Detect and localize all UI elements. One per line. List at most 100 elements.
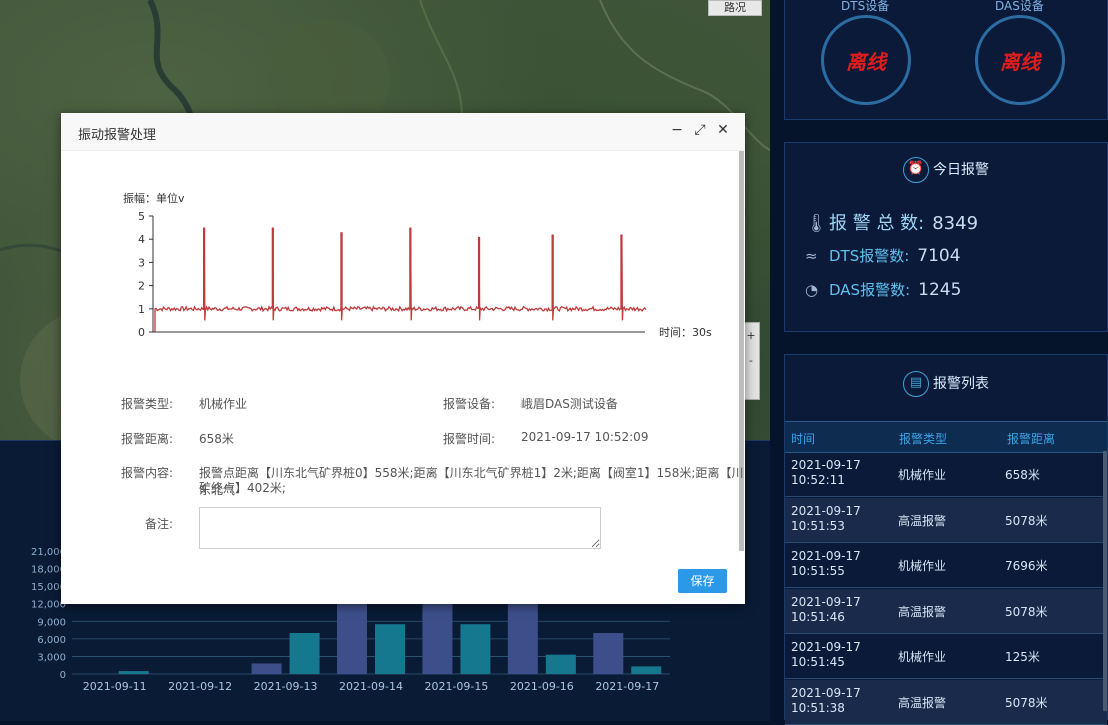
today-alarm-panel: ⏰ 今日报警 🌡报 警 总 数: 8349 ≈ DTS报警数: 7104 ◔ DAS报警数… (784, 142, 1108, 332)
bar-y-tick-label: 6,000 (37, 635, 66, 646)
alarm-content-line2: 矿终点】402米; (199, 481, 286, 495)
alarm-row-type: 高温报警 (898, 604, 947, 619)
alarm-list-row[interactable]: 2021-09-17 10:51:46 高温报警 5078米 (785, 588, 1107, 634)
bar-x-tick-label: 2021-09-14 (339, 680, 403, 693)
bar[interactable] (337, 602, 367, 674)
alarm-row-distance: 5078米 (1005, 695, 1048, 710)
y-tick-label: 3 (138, 256, 145, 269)
das-status-circle[interactable]: 离线 (975, 15, 1065, 105)
bar-y-tick-label: 0 (60, 670, 66, 681)
pie-chart-icon: ◔ (805, 281, 819, 299)
bar[interactable] (593, 633, 624, 674)
y-tick-label: 5 (138, 210, 145, 223)
alarm-row-distance: 5078米 (1005, 513, 1048, 528)
alarm-row-distance: 125米 (1005, 650, 1040, 664)
alarm-list-row[interactable]: 2021-09-17 10:52:11 机械作业 658米 (785, 452, 1107, 497)
remark-label: 备注: (144, 517, 173, 531)
alarm-clock-icon: ⏰ (903, 157, 929, 183)
remark-textarea[interactable] (199, 507, 601, 549)
alarm-row-type: 机械作业 (898, 559, 947, 573)
alarm-list-row[interactable]: 2021-09-17 10:51:38 高温报警 5078米 (785, 679, 1107, 725)
total-alarm-stat: 🌡报 警 总 数: 8349 (805, 209, 978, 235)
das-device-label: DAS设备 (995, 0, 1044, 13)
alarm-row-distance: 7696米 (1005, 559, 1048, 573)
zoom-out-button[interactable]: - (743, 348, 759, 373)
temperature-icon: 🌡 (805, 213, 828, 234)
waveform-line (154, 227, 647, 332)
alarm-row-time: 2021-09-17 10:51:53 (791, 503, 861, 533)
alarm-row-type: 高温报警 (898, 513, 947, 528)
today-alarm-header: ⏰ 今日报警 (785, 157, 1107, 183)
alarm-list-row[interactable]: 2021-09-17 10:51:55 机械作业 7696米 (785, 543, 1107, 588)
alarm-type-label: 报警类型: (120, 397, 173, 411)
col-distance: 报警距离 (1007, 432, 1056, 446)
alarm-device-label: 报警设备: (442, 397, 495, 411)
device-status-panel: DTS设备 DAS设备 离线 离线 (784, 0, 1108, 120)
dts-alarm-label: DTS报警数: (829, 247, 910, 265)
bar-x-tick-label: 2021-09-17 (595, 680, 659, 693)
bar[interactable] (118, 671, 149, 674)
alarm-row-distance: 658米 (1005, 468, 1040, 482)
alarm-content-label: 报警内容: (120, 466, 173, 480)
alarm-row-time: 2021-09-17 10:51:38 (791, 685, 861, 715)
list-icon: ▤ (903, 371, 929, 397)
bar-y-tick-label: 9,000 (37, 617, 66, 628)
alarm-list-row[interactable]: 2021-09-17 10:51:45 机械作业 125米 (785, 634, 1107, 679)
alarm-distance-value: 658米 (199, 432, 234, 446)
zoom-in-button[interactable]: + (743, 323, 759, 348)
das-alarm-stat: ◔ DAS报警数: 1245 (805, 279, 961, 300)
alarm-row-distance: 5078米 (1005, 604, 1048, 619)
alarm-list-title: 报警列表 (933, 376, 989, 392)
today-alarm-title: 今日报警 (933, 162, 989, 178)
bar[interactable] (460, 624, 491, 674)
y-tick-label: 0 (138, 326, 145, 339)
alarm-row-time: 2021-09-17 10:52:11 (791, 458, 861, 487)
bar[interactable] (251, 663, 282, 674)
vibration-waveform-chart: 0 1 2 3 4 5 振幅：单位v 时间：30s (123, 191, 712, 339)
alarm-time-label: 报警时间: (442, 432, 495, 446)
dts-alarm-stat: ≈ DTS报警数: 7104 (805, 245, 961, 266)
bar-y-tick-label: 3,000 (37, 652, 66, 663)
waveform-xlabel: 时间：30s (659, 326, 712, 339)
alarm-row-type: 机械作业 (898, 650, 947, 664)
save-button[interactable]: 保存 (678, 569, 727, 593)
bar[interactable] (289, 633, 320, 674)
bar-x-tick-label: 2021-09-15 (424, 680, 488, 693)
bar[interactable] (422, 602, 453, 674)
y-tick-label: 1 (138, 303, 145, 316)
road-condition-toggle[interactable]: 路况 (708, 0, 762, 16)
waveform-ylabel: 振幅：单位v (123, 191, 185, 205)
dts-alarm-value: 7104 (917, 246, 961, 266)
das-status-text: 离线 (1000, 49, 1040, 74)
das-alarm-value: 1245 (918, 280, 962, 300)
y-tick-label: 4 (138, 233, 145, 246)
bar[interactable] (507, 602, 538, 674)
alarm-row-type: 机械作业 (898, 468, 947, 482)
alarm-device-value: 峨眉DAS测试设备 (521, 397, 618, 411)
bar-x-tick-label: 2021-09-11 (83, 680, 147, 693)
dts-status-text: 离线 (846, 49, 886, 74)
alarm-table-header: 时间 报警类型 报警距离 (785, 421, 1107, 453)
bar[interactable] (375, 624, 405, 674)
vibration-alarm-dialog: 振动报警处理 − ⤢ ✕ 0 1 2 3 4 5 振幅：单位v 时间：30s 报警类型: 机械… (61, 113, 745, 604)
alarm-row-type: 高温报警 (898, 695, 947, 710)
bar-x-tick-label: 2021-09-12 (168, 680, 232, 693)
bar-x-tick-label: 2021-09-13 (254, 680, 318, 693)
dts-status-circle[interactable]: 离线 (821, 15, 911, 105)
wave-icon: ≈ (805, 247, 818, 265)
alarm-row-time: 2021-09-17 10:51:46 (791, 594, 861, 624)
alarm-list-panel: ▤ 报警列表 时间 报警类型 报警距离 2021-09-17 10:52:11 机械作… (784, 354, 1108, 725)
bar[interactable] (545, 654, 576, 674)
alarm-type-value: 机械作业 (199, 397, 248, 411)
y-tick-label: 2 (138, 280, 145, 293)
col-type: 报警类型 (899, 432, 948, 446)
alarm-distance-label: 报警距离: (120, 432, 173, 446)
alarm-list-scrollbar[interactable] (1103, 451, 1107, 711)
alarm-list-row[interactable]: 2021-09-17 10:51:53 高温报警 5078米 (785, 497, 1107, 543)
total-alarm-label: 报 警 总 数: (829, 213, 925, 234)
bar-x-tick-label: 2021-09-16 (510, 680, 574, 693)
alarm-row-time: 2021-09-17 10:51:45 (791, 640, 861, 669)
bar[interactable] (631, 666, 662, 674)
alarm-list-header: ▤ 报警列表 (785, 371, 1107, 397)
alarm-row-time: 2021-09-17 10:51:55 (791, 549, 861, 578)
